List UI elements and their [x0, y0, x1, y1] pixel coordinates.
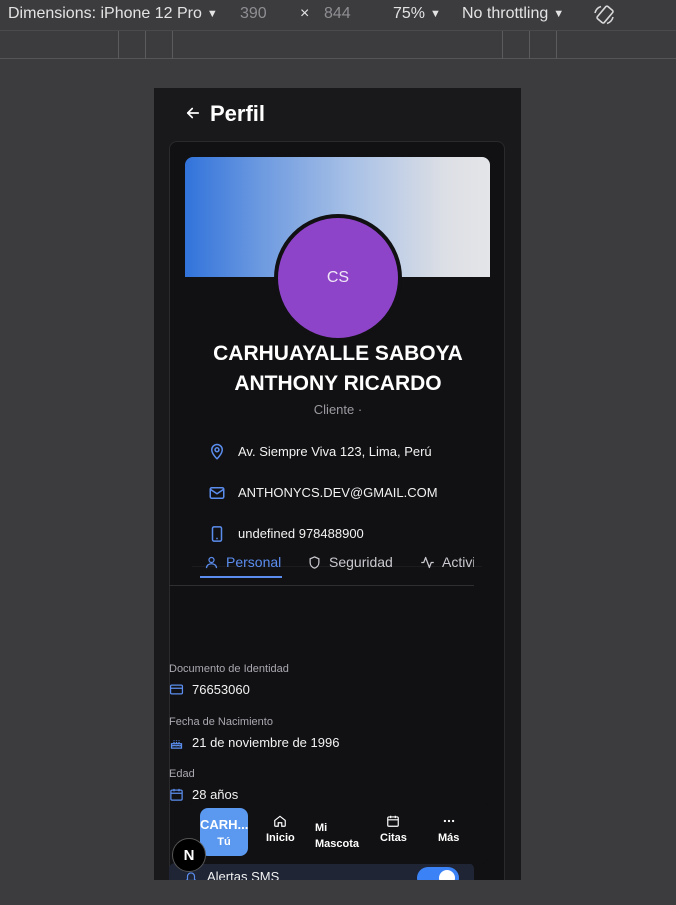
cake-icon — [170, 739, 183, 749]
avatar: CS — [274, 214, 402, 342]
home-icon — [274, 815, 287, 827]
field-label-birthdate: Fecha de Nacimiento — [169, 716, 273, 728]
avatar-initials: CS — [326, 269, 350, 286]
activity-icon — [421, 556, 434, 568]
tab-label: Personal — [226, 554, 282, 570]
height-input[interactable]: 844 — [324, 5, 351, 23]
page-header: Perfil — [154, 88, 521, 140]
email-text: ANTHONYCS.DEV@GMAIL.COM — [238, 485, 438, 500]
tab-seguridad[interactable]: Seguridad — [307, 551, 393, 573]
zoom-select[interactable]: 75% ▼ — [393, 5, 441, 23]
device-viewport: Perfil CS CARHUAYALLE SABOYA ANTHONY RIC… — [154, 88, 521, 880]
map-pin-icon — [210, 443, 224, 460]
profile-role: Cliente · — [313, 402, 363, 417]
zoom-label: 75% — [393, 5, 426, 22]
nav-inicio[interactable]: Inicio — [266, 814, 295, 844]
page-title: Perfil — [210, 101, 266, 126]
address-text: Av. Siempre Viva 123, Lima, Perú — [238, 444, 432, 459]
profile-card: CS CARHUAYALLE SABOYA ANTHONY RICARDO Cl… — [169, 141, 505, 880]
shield-icon — [309, 555, 320, 569]
tab-actividad[interactable]: Actividad — [420, 551, 474, 573]
nav-mascota-line1: Mi — [315, 822, 328, 834]
field-value-document: 76653060 — [169, 680, 250, 698]
tab-personal[interactable]: Personal — [204, 551, 281, 573]
profile-tabs: Personal Seguridad Actividad — [169, 536, 474, 586]
next-badge-letter: N — [183, 846, 195, 864]
mail-icon — [209, 487, 225, 499]
chevron-down-icon: ▼ — [430, 8, 441, 20]
nav-tu-label: Tú — [217, 836, 231, 848]
calendar-icon — [387, 815, 400, 827]
active-tab-indicator — [200, 576, 282, 578]
tab-label: Actividad — [442, 554, 474, 570]
rotate-icon[interactable] — [592, 3, 616, 27]
id-card-icon — [169, 684, 184, 694]
arrow-left-icon[interactable] — [184, 104, 202, 122]
address-row: Av. Siempre Viva 123, Lima, Perú — [208, 441, 498, 463]
sms-alerts-label: Alertas SMS — [207, 869, 280, 880]
age-text: 28 años — [192, 786, 239, 802]
toggle-knob — [439, 870, 455, 880]
nav-mi-mascota[interactable]: Mi Mascota — [315, 822, 359, 850]
tab-label: Seguridad — [329, 554, 393, 570]
ruler — [0, 31, 676, 59]
field-label-age: Edad — [169, 768, 195, 780]
nav-mascota-line2: Mascota — [315, 838, 360, 850]
field-value-age: 28 años — [169, 785, 238, 803]
nav-mas-label: Más — [438, 832, 460, 844]
sms-alerts-toggle[interactable] — [417, 867, 459, 880]
throttling-select[interactable]: No throttling ▼ — [462, 5, 564, 23]
email-row: ANTHONYCS.DEV@GMAIL.COM — [208, 482, 498, 504]
sms-alerts-row: Alertas SMS — [169, 863, 474, 880]
profile-name-line2: ANTHONY RICARDO — [234, 372, 442, 395]
birthdate-text: 21 de noviembre de 1996 — [192, 734, 340, 750]
nav-inicio-label: Inicio — [266, 832, 295, 844]
times-symbol: × — [300, 5, 310, 22]
nav-mas[interactable]: Más — [438, 814, 459, 844]
more-icon — [443, 819, 454, 823]
chevron-down-icon: ▼ — [206, 8, 218, 20]
profile-name-line1: CARHUAYALLE SABOYA — [213, 342, 463, 365]
field-value-birthdate: 21 de noviembre de 1996 — [169, 733, 339, 751]
device-label: Dimensions: iPhone 12 Pro — [8, 5, 202, 22]
devtools-toolbar: Dimensions: iPhone 12 Pro ▼ 390 × 844 75%… — [0, 0, 676, 31]
calendar-icon — [170, 788, 183, 801]
user-icon — [205, 556, 218, 568]
field-label-document: Documento de Identidad — [169, 663, 289, 675]
nav-tu-abbrev: CARH... — [200, 817, 248, 832]
device-select[interactable]: Dimensions: iPhone 12 Pro ▼ — [8, 5, 218, 23]
document-number: 76653060 — [192, 681, 250, 697]
throttling-label: No throttling — [462, 5, 549, 22]
nav-tu[interactable]: CARH... Tú — [200, 808, 248, 856]
bottom-navigation: CARH... Tú Inicio Mi Mascota Citas Más — [188, 802, 488, 864]
profile-name: CARHUAYALLE SABOYA ANTHONY RICARDO — [170, 339, 506, 399]
nextjs-dev-indicator[interactable]: N — [172, 838, 206, 872]
nav-citas[interactable]: Citas — [380, 814, 407, 844]
chevron-down-icon: ▼ — [553, 8, 565, 20]
nav-citas-label: Citas — [380, 832, 407, 844]
width-input[interactable]: 390 — [240, 5, 267, 23]
